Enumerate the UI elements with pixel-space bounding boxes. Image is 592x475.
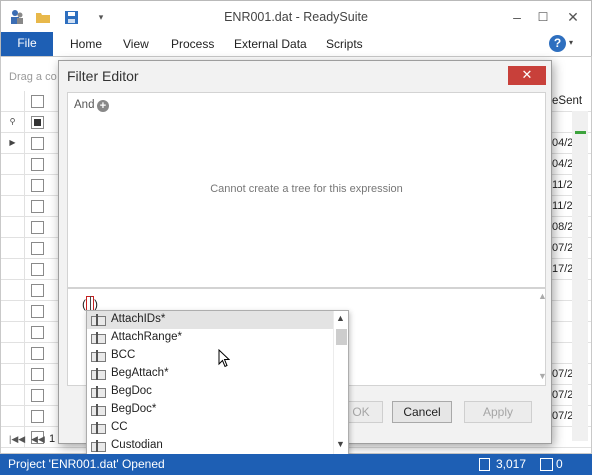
expression-scrollbar[interactable]: ▲ ▼ [537,289,547,385]
table-cell: 08/2 [552,221,574,233]
list-item[interactable]: CC [87,419,333,437]
scroll-down-icon[interactable]: ▼ [538,371,547,381]
list-item[interactable]: BegAttach* [87,365,333,383]
grid-vertical-scrollbar[interactable] [572,111,588,441]
list-item[interactable]: BegDoc [87,383,333,401]
title-bar: ▾ ENR001.dat - ReadySuite – ☐ ✕ [0,0,592,32]
scroll-thumb[interactable] [336,329,347,345]
field-autocomplete-list[interactable]: AttachIDs* AttachRange* BCC BegAttach* B… [86,310,349,455]
tab-home[interactable]: Home [70,37,102,51]
field-icon [91,422,106,434]
text-caret [86,296,94,311]
row-checkbox[interactable] [31,347,44,360]
group-operator-and[interactable]: And [74,99,94,111]
list-item[interactable]: Custodian [87,437,333,455]
cancel-button[interactable]: Cancel [392,401,452,423]
row-checkbox[interactable] [31,179,44,192]
scroll-marker [575,131,586,134]
table-cell: 04/2 [552,137,574,149]
tab-view[interactable]: View [123,37,149,51]
prev-page-icon[interactable]: ◀◀ [31,434,45,445]
file-tab[interactable]: File [1,32,53,56]
row-checkbox[interactable] [31,368,44,381]
pages-icon [540,458,553,471]
list-item[interactable]: AttachRange* [87,329,333,347]
list-scrollbar[interactable]: ▲ ▼ [333,311,348,454]
row-checkbox[interactable] [31,284,44,297]
tab-process[interactable]: Process [171,37,214,51]
row-checkbox[interactable] [31,326,44,339]
row-checkbox[interactable] [31,305,44,318]
maximize-icon[interactable]: ☐ [531,7,555,27]
column-header-datesent[interactable]: eSent [552,95,582,107]
tab-scripts[interactable]: Scripts [326,37,363,51]
scroll-down-icon[interactable]: ▼ [336,439,345,449]
row-checkbox[interactable] [31,410,44,423]
table-cell: 07/2 [552,389,574,401]
filter-pin-icon[interactable]: ⚲ [1,112,25,133]
table-cell: 17/2 [552,263,574,275]
window-title: ENR001.dat - ReadySuite [224,10,368,24]
close-icon[interactable]: ✕ [561,7,585,27]
row-checkbox[interactable] [31,242,44,255]
row-checkbox[interactable] [31,389,44,402]
help-dropdown-icon[interactable]: ▾ [569,38,573,47]
field-icon [91,440,106,452]
mouse-cursor-icon [218,348,231,371]
page-count: 0 [556,457,563,471]
list-item[interactable]: BCC [87,347,333,365]
scroll-up-icon[interactable]: ▲ [336,313,345,323]
field-icon [91,404,106,416]
status-bar: Project 'ENR001.dat' Opened 3,017 0 [0,454,592,475]
list-item[interactable]: BegDoc* [87,401,333,419]
list-item[interactable]: AttachIDs* [87,311,333,329]
table-cell: 07/2 [552,410,574,422]
row-checkbox[interactable] [31,221,44,234]
expression-close-paren: ) [94,297,98,311]
filter-tree-panel[interactable]: And + Cannot create a tree for this expr… [67,92,546,288]
status-message: Project 'ENR001.dat' Opened [8,457,165,471]
field-icon [91,350,106,362]
table-cell: 07/2 [552,242,574,254]
add-condition-icon[interactable]: + [97,100,109,112]
current-row-icon: ▶ [1,133,25,154]
dialog-title: Filter Editor [67,68,139,84]
apply-button[interactable]: Apply [464,401,532,423]
dialog-close-button[interactable]: ✕ [508,66,546,85]
field-icon [91,368,106,380]
field-icon [91,332,106,344]
first-record-icon[interactable]: |◀◀ [9,434,25,445]
row-checkbox[interactable] [31,158,44,171]
expression-text[interactable]: () [82,296,98,311]
group-panel-hint: Drag a co [9,71,57,83]
scroll-up-icon[interactable]: ▲ [538,291,547,301]
tab-external-data[interactable]: External Data [234,37,307,51]
document-count-icon [479,458,490,471]
table-cell: 04/2 [552,158,574,170]
field-icon [91,386,106,398]
select-all-checkbox[interactable] [31,95,44,108]
field-icon [91,314,106,326]
row-checkbox[interactable] [31,200,44,213]
empty-tree-message: Cannot create a tree for this expression [210,183,403,195]
minimize-icon[interactable]: – [505,7,529,27]
filter-checkbox[interactable] [31,116,44,129]
record-count: 3,017 [496,457,527,471]
table-cell: 11/2 [552,200,573,212]
table-cell: 11/2 [552,179,573,191]
table-cell: 07/2 [552,368,574,380]
row-checkbox[interactable] [31,263,44,276]
help-icon[interactable]: ? [549,35,566,52]
ribbon-tabs: File Home View Process External Data Scr… [0,32,592,56]
row-checkbox[interactable] [31,137,44,150]
